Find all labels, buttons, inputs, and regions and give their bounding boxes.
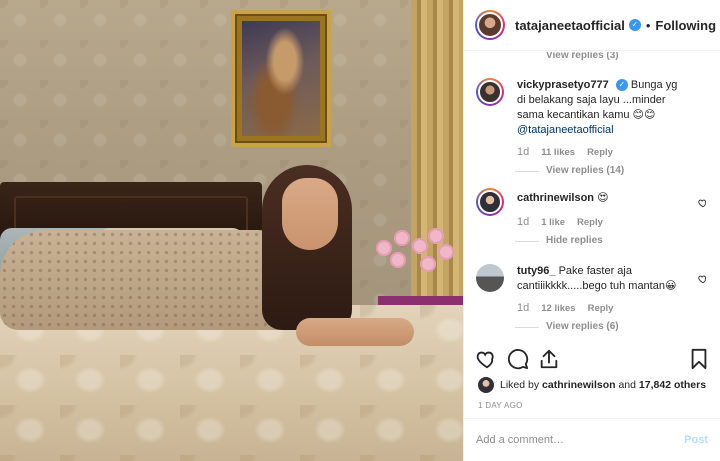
verified-badge-icon: ✓ [615,79,628,91]
comment-likes[interactable]: 1 like [541,217,565,228]
commenter-avatar[interactable] [476,264,504,292]
post-date[interactable]: 1 DAY AGO [478,401,523,410]
comment-meta: 1d 11 likes Reply [517,146,708,158]
post-photo[interactable] [0,0,463,461]
wall-painting [231,10,331,147]
comment-content: 😍 [597,192,609,204]
share-icon[interactable] [538,348,560,370]
save-bookmark-icon[interactable] [688,348,710,370]
comment-text: vickyprasetyo777 ✓ Bunga yg di belakang … [517,78,683,138]
like-heart-icon[interactable] [476,348,498,370]
post-actions [476,346,710,374]
reply-button[interactable]: Reply [577,217,603,228]
commenter-username[interactable]: cathrinewilson [517,192,594,204]
like-comment-heart-icon[interactable] [698,274,708,284]
comment-time: 1d [517,146,530,158]
separator-dot: • [645,17,651,33]
comment-input[interactable] [476,434,666,446]
comment-mention[interactable]: @tatajaneetaofficial [517,124,614,136]
comments-list[interactable]: View replies (3) vickyprasetyo777 ✓ Bung… [464,52,720,342]
liked-by-user[interactable]: cathrinewilson [542,379,616,391]
author-username[interactable]: tatajaneetaofficial [515,18,625,33]
liked-by-others[interactable]: 17,842 others [639,379,706,391]
person-arm [296,318,414,346]
hide-replies-link[interactable]: Hide replies [515,235,708,246]
comment-item: tuty96_ Pake faster aja cantiiikkkk.....… [476,264,708,332]
comment-bubble-icon[interactable] [507,348,529,370]
like-comment-heart-icon[interactable] [698,198,708,208]
comment-likes[interactable]: 11 likes [541,147,575,158]
reply-button[interactable]: Reply [587,147,613,158]
post-sidebar: tatajaneetaofficial ✓ • Following View r… [463,0,720,461]
commenter-username[interactable]: vickyprasetyo777 [517,79,609,91]
comment-time: 1d [517,216,530,228]
comment-item: cathrinewilson 😍 1d 1 like Reply Hide re… [476,188,708,246]
author-avatar[interactable] [475,10,505,40]
comment-text: tuty96_ Pake faster aja cantiiikkkk.....… [517,264,683,294]
commenter-avatar[interactable] [476,78,504,106]
view-replies-link[interactable]: View replies (6) [515,321,708,332]
post-header: tatajaneetaofficial ✓ • Following [464,0,720,51]
comment-time: 1d [517,302,530,314]
comment-likes[interactable]: 12 likes [541,303,575,314]
comment-text: cathrinewilson 😍 [517,188,683,206]
verified-badge-icon: ✓ [628,19,641,31]
view-replies-link[interactable]: View replies (14) [515,165,708,176]
comment-meta: 1d 12 likes Reply [517,302,708,314]
liker-avatar[interactable] [478,377,494,393]
liked-by-prefix: Liked by [500,379,540,391]
following-button[interactable]: Following [655,18,716,33]
person-face [282,178,338,250]
comment-item: vickyprasetyo777 ✓ Bunga yg di belakang … [476,78,708,176]
commenter-avatar[interactable] [476,188,504,216]
add-comment-bar: Post [464,418,720,461]
flower-vase [372,228,458,298]
post-comment-button[interactable]: Post [684,434,708,446]
view-replies-link[interactable]: View replies (3) [546,52,619,61]
liked-by-conj: and [618,379,636,391]
liked-by: Liked by cathrinewilson and 17,842 other… [478,377,706,393]
comment-meta: 1d 1 like Reply [517,216,708,228]
commenter-username[interactable]: tuty96_ [517,265,556,277]
reply-button[interactable]: Reply [588,303,614,314]
